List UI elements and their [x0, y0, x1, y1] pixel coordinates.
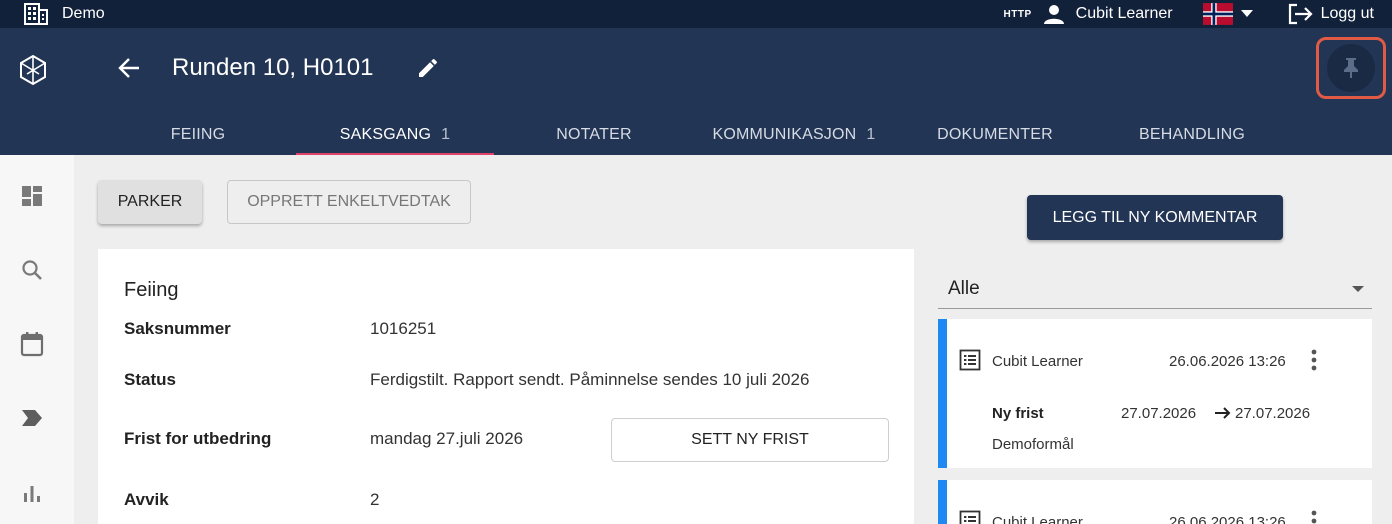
edit-title-button[interactable] [416, 56, 440, 85]
nav-labels[interactable] [20, 406, 44, 430]
caret-down-icon [1352, 286, 1364, 292]
tab-behandling[interactable]: BEHANDLING [1116, 114, 1268, 155]
pencil-icon [419, 58, 438, 77]
logout-icon [1288, 3, 1313, 25]
tab-kommunikasjon[interactable]: KOMMUNIKASJON 1 [694, 114, 894, 155]
tab-label: NOTATER [556, 125, 632, 143]
comment-card: Cubit Learner 26.06.2026 13:26 [938, 480, 1372, 524]
frist-value: mandag 27.juli 2026 [370, 429, 524, 448]
filter-value: Alle [948, 278, 980, 299]
comment-card: Cubit Learner 26.06.2026 13:26 Ny frist … [938, 319, 1372, 468]
list-icon [959, 510, 981, 524]
pin-highlight [1316, 37, 1386, 99]
tab-dokumenter[interactable]: DOKUMENTER [920, 114, 1070, 155]
left-navigation [0, 155, 74, 524]
saksnummer-label: Saksnummer [124, 319, 231, 338]
caret-down-icon [1240, 10, 1253, 17]
pin-icon [1344, 58, 1358, 78]
dashboard-icon [22, 186, 42, 206]
language-selector[interactable] [1202, 3, 1253, 25]
user-menu[interactable]: Cubit Learner [1043, 4, 1173, 24]
tab-count: 1 [441, 125, 451, 143]
tab-saksgang[interactable]: SAKSGANG 1 [296, 114, 494, 155]
top-bar: Demo HTTP Cubit Learner Logg ut [0, 0, 1392, 28]
tab-count: 1 [866, 125, 876, 143]
case-header: Runden 10, H0101 FEIING SAKSGANG 1 NOTAT… [0, 28, 1392, 155]
nav-dashboard[interactable] [20, 184, 44, 208]
card-title: Feiing [124, 279, 179, 301]
more-vert-icon[interactable] [1311, 349, 1317, 371]
saksnummer-value: 1016251 [370, 319, 437, 338]
nav-statistics[interactable] [20, 481, 44, 505]
comment-author: Cubit Learner [992, 514, 1083, 524]
comment-old-value: 27.07.2026 [1121, 405, 1197, 422]
comment-date: 26.06.2026 13:26 [1169, 353, 1286, 370]
bar-chart-icon [24, 486, 40, 502]
building-icon [24, 3, 48, 25]
tab-feiing[interactable]: FEIING [146, 114, 250, 155]
logout-button[interactable]: Logg ut [1287, 3, 1374, 25]
nav-search[interactable] [20, 258, 44, 282]
avvik-label: Avvik [124, 490, 169, 509]
logout-label: Logg ut [1320, 5, 1374, 22]
search-icon [22, 260, 42, 280]
norway-flag-icon [1202, 3, 1233, 25]
frist-label: Frist for utbedring [124, 429, 272, 448]
case-details-card: Feiing Saksnummer 1016251 Status Ferdigs… [98, 249, 914, 524]
tab-label: FEIING [170, 125, 226, 143]
add-comment-button[interactable]: LEGG TIL NY KOMMENTAR [1027, 195, 1283, 240]
status-label: Status [124, 370, 176, 389]
app-logo[interactable] [18, 54, 48, 91]
calendar-icon [20, 332, 44, 357]
arrow-right-icon [1215, 407, 1231, 419]
arrow-back-icon [118, 58, 139, 78]
comment-text: Demoformål [992, 436, 1074, 453]
tab-bar: FEIING SAKSGANG 1 NOTATER KOMMUNIKASJON … [0, 114, 1392, 155]
tab-label: KOMMUNIKASJON [712, 125, 857, 143]
comment-new-value: 27.07.2026 [1235, 405, 1311, 422]
list-icon [959, 349, 981, 371]
parker-button[interactable]: PARKER [98, 180, 202, 224]
pin-button[interactable] [1327, 44, 1375, 92]
tab-label: SAKSGANG [339, 125, 432, 143]
cubit-logo-icon [20, 54, 46, 86]
comment-filter-select[interactable]: Alle [938, 272, 1372, 309]
user-name: Cubit Learner [1075, 5, 1173, 22]
organization[interactable]: Demo [24, 3, 105, 25]
tab-notater[interactable]: NOTATER [530, 114, 658, 155]
status-value: Ferdigstilt. Rapport sendt. Påminnelse s… [370, 370, 810, 389]
comment-field-label: Ny frist [992, 405, 1044, 422]
tab-label: BEHANDLING [1138, 125, 1246, 143]
comment-date: 26.06.2026 13:26 [1169, 514, 1286, 524]
more-vert-icon[interactable] [1311, 510, 1317, 524]
nav-calendar[interactable] [20, 332, 44, 357]
http-badge: HTTP [1003, 8, 1032, 20]
back-button[interactable] [118, 57, 140, 84]
opprett-enkeltvedtak-button[interactable]: OPPRETT ENKELTVEDTAK [227, 180, 471, 224]
avvik-value: 2 [370, 490, 380, 509]
page-title: Runden 10, H0101 [172, 54, 374, 81]
tab-label: DOKUMENTER [937, 125, 1053, 143]
label-icon [22, 410, 42, 426]
comment-author: Cubit Learner [992, 353, 1083, 370]
person-icon [1043, 5, 1064, 24]
organization-name: Demo [62, 5, 105, 22]
sett-ny-frist-button[interactable]: SETT NY FRIST [611, 418, 889, 462]
